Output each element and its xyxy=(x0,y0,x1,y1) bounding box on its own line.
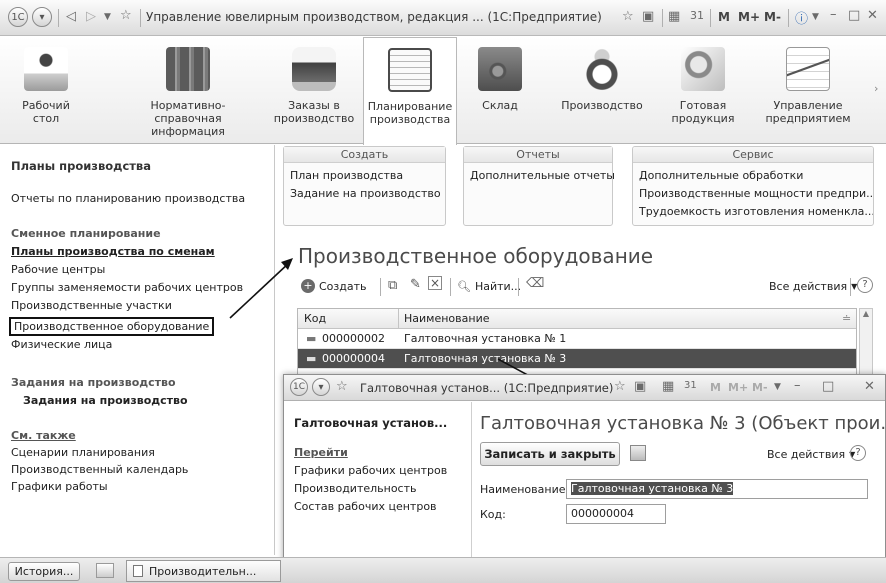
maximize-icon[interactable]: □ xyxy=(822,379,834,394)
save-and-close-button[interactable]: Записать и закрыть xyxy=(480,442,620,466)
goto-centers-composition[interactable]: Состав рабочих центров xyxy=(294,500,437,513)
name-value: Галтовочная установка № 3 xyxy=(571,482,734,495)
code-field[interactable]: 000000004 xyxy=(566,504,666,524)
calculator-icon[interactable]: ▦ xyxy=(662,379,674,394)
memory-m-button[interactable]: M xyxy=(710,381,721,394)
goto-schedules[interactable]: Графики рабочих центров xyxy=(294,464,447,477)
windows-icon[interactable] xyxy=(96,563,114,578)
status-bar: История... Производительн... xyxy=(0,557,886,583)
all-actions-label: Все действия xyxy=(767,447,846,461)
open-window-tab[interactable]: Производительн... xyxy=(126,560,281,582)
child-all-actions-button[interactable]: Все действия ▼ xyxy=(766,443,856,465)
dropdown-icon[interactable]: ▼ xyxy=(774,382,781,392)
document-icon xyxy=(133,565,143,577)
child-titlebar: 1С ▾ ☆ Галтовочная установ... (1С:Предпр… xyxy=(284,375,885,401)
favorite-icon[interactable]: ☆ xyxy=(336,379,348,394)
nav-icon[interactable]: ▾ xyxy=(312,378,330,396)
memory-mplus-button[interactable]: M+ xyxy=(728,381,748,394)
equipment-item-window: 1С ▾ ☆ Галтовочная установ... (1С:Предпр… xyxy=(283,374,886,583)
item-form-title: Галтовочная установка № 3 (Объект прои..… xyxy=(480,413,886,434)
goto-group: Перейти xyxy=(294,446,348,459)
app-menu-icon[interactable]: 1С xyxy=(290,378,308,396)
help-icon[interactable]: ? xyxy=(850,445,866,461)
minimize-icon[interactable]: – xyxy=(794,378,801,393)
child-window-title: Галтовочная установ... (1С:Предприятие) xyxy=(360,381,614,395)
child-nav-head[interactable]: Галтовочная установ... xyxy=(294,416,447,430)
close-icon[interactable]: ✕ xyxy=(864,379,875,394)
code-label: Код: xyxy=(480,508,506,521)
history-icon[interactable]: ▣ xyxy=(634,379,646,394)
name-field[interactable]: Галтовочная установка № 3 xyxy=(566,479,868,499)
tab-label: Производительн... xyxy=(149,564,257,578)
favorite-add-icon[interactable]: ☆ xyxy=(614,379,626,394)
arrow-line xyxy=(229,261,291,319)
history-button[interactable]: История... xyxy=(8,562,80,581)
name-label: Наименование: xyxy=(480,483,570,496)
goto-productivity[interactable]: Производительность xyxy=(294,482,417,495)
calendar-icon[interactable]: 31 xyxy=(684,380,697,391)
memory-mminus-button[interactable]: M- xyxy=(752,381,768,394)
save-icon[interactable] xyxy=(630,445,646,461)
child-navigation-panel: Галтовочная установ... Перейти Графики р… xyxy=(284,402,472,582)
